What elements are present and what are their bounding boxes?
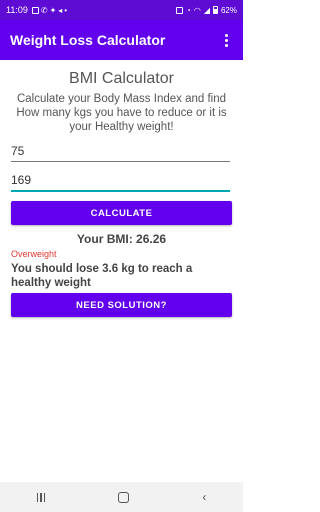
app-title: Weight Loss Calculator (10, 32, 166, 48)
phone-icon: ✆ (40, 5, 48, 15)
navigation-bar: ‹ (0, 482, 243, 512)
height-input[interactable]: 169 (11, 172, 230, 192)
sparkle-icon: ✦ (49, 5, 57, 15)
battery-icon (212, 6, 218, 14)
calculate-button[interactable]: CALCULATE (11, 201, 232, 225)
more-vert-icon[interactable] (219, 30, 233, 50)
status-time: 11:09 (6, 5, 28, 15)
battery-text: 62% (220, 5, 237, 15)
app-bar: Weight Loss Calculator (0, 20, 243, 60)
signal-icon: ◢ (203, 5, 210, 15)
bmi-result: Your BMI: 26.26 (76, 232, 167, 246)
alarm-icon: ◔ (186, 5, 191, 15)
bmi-category: Overweight (11, 249, 57, 259)
status-bar: 11:09 ✆ ✦ ◂ • ◔ ◠ ◢ 62% (0, 0, 243, 20)
description-text: Calculate your Body Mass Index and find … (16, 93, 227, 133)
weight-value: 75 (11, 144, 25, 158)
cast-icon (176, 6, 183, 14)
recents-icon[interactable] (36, 492, 46, 502)
system-icons: ◔ ◠ ◢ 62% (176, 6, 237, 15)
need-solution-button[interactable]: NEED SOLUTION? (11, 293, 232, 317)
wifi-icon: ◠ (193, 5, 201, 15)
home-icon[interactable] (118, 491, 130, 503)
page-title: BMI Calculator (69, 70, 174, 87)
weight-input[interactable]: 75 (11, 142, 230, 162)
dot-icon: • (64, 5, 68, 15)
notification-icons: ✆ ✦ ◂ • (31, 5, 68, 15)
send-icon: ◂ (58, 5, 63, 15)
height-value: 169 (11, 173, 32, 187)
advice-text: You should lose 3.6 kg to reach a health… (11, 263, 193, 289)
back-icon[interactable]: ‹ (202, 490, 206, 504)
notification-icon (31, 6, 39, 14)
